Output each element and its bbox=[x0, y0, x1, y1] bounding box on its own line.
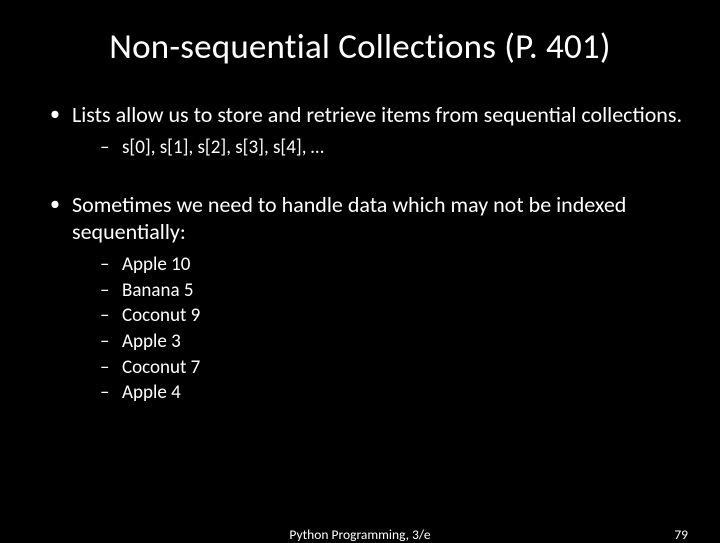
spacer bbox=[28, 168, 692, 192]
sub-bullet-text: Coconut 9 bbox=[122, 304, 200, 327]
bullet-item: Lists allow us to store and retrieve ite… bbox=[50, 102, 692, 160]
sub-bullet-text: Apple 10 bbox=[122, 253, 190, 276]
slide: Non-sequential Collections (P. 401) List… bbox=[0, 0, 720, 540]
sub-bullet-list: Apple 10 Banana 5 Coconut 9 Apple 3 Coco… bbox=[72, 252, 692, 406]
bullet-item: Sometimes we need to handle data which m… bbox=[50, 192, 692, 406]
sub-bullet-item: Coconut 9 bbox=[100, 303, 692, 329]
bullet-text: Lists allow us to store and retrieve ite… bbox=[72, 101, 682, 128]
sub-bullet-text: Apple 3 bbox=[122, 330, 181, 353]
bullet-list: Lists allow us to store and retrieve ite… bbox=[28, 102, 692, 160]
footer-center-text: Python Programming, 3/e bbox=[0, 526, 720, 543]
sub-bullet-text: Coconut 7 bbox=[122, 356, 200, 379]
bullet-list: Sometimes we need to handle data which m… bbox=[28, 192, 692, 406]
sub-bullet-text: Banana 5 bbox=[122, 279, 194, 302]
slide-title: Non-sequential Collections (P. 401) bbox=[28, 26, 692, 68]
sub-bullet-text: Apple 4 bbox=[122, 381, 181, 404]
sub-bullet-item: Apple 10 bbox=[100, 252, 692, 278]
bullet-text: Sometimes we need to handle data which m… bbox=[72, 191, 626, 245]
sub-bullet-item: Banana 5 bbox=[100, 278, 692, 304]
sub-bullet-text: s[0], s[1], s[2], s[3], s[4], … bbox=[122, 136, 324, 159]
sub-bullet-item: s[0], s[1], s[2], s[3], s[4], … bbox=[100, 135, 692, 161]
sub-bullet-list: s[0], s[1], s[2], s[3], s[4], … bbox=[72, 135, 692, 161]
page-number: 79 bbox=[674, 526, 688, 543]
sub-bullet-item: Apple 4 bbox=[100, 380, 692, 406]
sub-bullet-item: Coconut 7 bbox=[100, 355, 692, 381]
sub-bullet-item: Apple 3 bbox=[100, 329, 692, 355]
